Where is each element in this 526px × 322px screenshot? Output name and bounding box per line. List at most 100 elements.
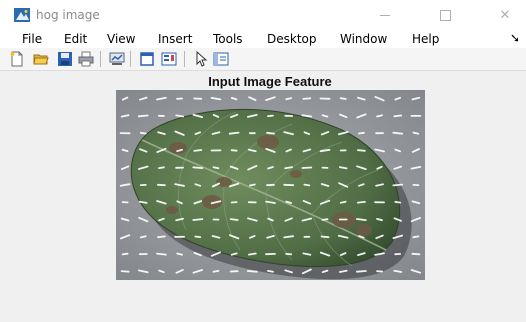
hog-cell-mark	[321, 218, 329, 221]
hog-cell-mark	[411, 252, 421, 256]
hog-cell-mark	[338, 166, 348, 170]
new-figure-button[interactable]	[8, 50, 26, 68]
hog-cell-mark	[248, 183, 256, 187]
matlab-figure-icon	[14, 8, 30, 22]
hog-cell-mark	[137, 114, 149, 118]
hog-cell-mark	[321, 114, 329, 118]
minimize-icon	[380, 14, 390, 16]
menu-insert[interactable]: Insert	[158, 32, 192, 46]
hog-cell-mark	[355, 270, 367, 273]
hog-cell-mark	[393, 269, 403, 273]
figure-canvas: Input Image Feature	[0, 71, 526, 322]
hog-cell-mark	[192, 218, 204, 221]
menu-bar: File Edit View Insert Tools Desktop Wind…	[0, 30, 526, 48]
hog-cell-mark	[246, 270, 258, 273]
hog-cell-mark	[247, 252, 257, 256]
menu-overflow-arrow-icon[interactable]: ➘	[510, 31, 520, 45]
edit-plot-icon	[196, 51, 208, 67]
show-plot-tools-button[interactable]	[212, 50, 230, 68]
new-figure-icon	[10, 51, 23, 67]
close-icon: ✕	[499, 7, 511, 22]
menu-help[interactable]: Help	[412, 32, 439, 46]
hog-cell-mark	[266, 131, 275, 135]
figure-toolbar	[0, 48, 526, 71]
hog-cell-mark	[283, 235, 295, 239]
hog-cell-mark	[394, 201, 402, 204]
hog-cell-mark	[285, 97, 293, 101]
hog-cell-mark	[139, 235, 147, 239]
hog-cell-mark	[120, 270, 130, 273]
hog-cell-mark	[376, 114, 383, 118]
hog-cell-mark	[412, 131, 420, 135]
image-axes[interactable]	[116, 90, 425, 280]
hog-cell-mark	[157, 235, 166, 239]
hog-cell-mark	[412, 235, 420, 239]
hog-cell-mark	[176, 148, 183, 152]
menu-desktop[interactable]: Desktop	[267, 32, 317, 46]
hog-cell-mark	[356, 201, 366, 204]
toolbar-separator	[184, 51, 185, 67]
hog-cell-mark	[376, 217, 383, 222]
hog-cell-mark	[229, 218, 239, 221]
hog-cell-mark	[267, 114, 274, 118]
open-file-button[interactable]	[32, 50, 50, 68]
title-bar: hog image ✕	[0, 0, 526, 30]
close-button[interactable]: ✕	[490, 4, 520, 26]
toolbar-separator	[100, 51, 101, 67]
plot-title: Input Image Feature	[208, 74, 332, 89]
hog-cell-mark	[230, 149, 238, 152]
hog-cell-mark	[393, 114, 403, 118]
hog-cell-mark	[338, 269, 348, 273]
hog-cell-mark	[339, 97, 347, 100]
hog-cell-mark	[392, 131, 404, 135]
maximize-icon	[439, 9, 451, 21]
hog-cell-mark	[121, 252, 129, 256]
hog-cell-mark	[138, 200, 148, 204]
hog-cell-mark	[212, 166, 220, 170]
hog-cell-mark	[392, 183, 404, 187]
hide-plot-tools-button[interactable]	[138, 50, 156, 68]
menu-edit[interactable]: Edit	[64, 32, 87, 46]
edit-plot-button[interactable]	[192, 50, 210, 68]
hog-cell-mark	[302, 97, 312, 100]
leaf-image-with-hog-overlay	[116, 90, 425, 280]
hog-cell-mark	[320, 235, 330, 239]
hog-cell-mark	[355, 218, 367, 222]
maximize-button[interactable]	[430, 4, 460, 26]
save-button[interactable]	[56, 50, 74, 68]
hog-cell-mark	[301, 114, 313, 118]
hog-cell-mark	[192, 166, 204, 169]
hog-cell-mark	[121, 148, 129, 152]
print-button[interactable]	[77, 50, 95, 68]
insert-colorbar-button[interactable]	[160, 50, 178, 68]
hog-cell-mark	[176, 252, 183, 256]
toolbar-separator	[130, 51, 131, 67]
hog-cell-mark	[212, 269, 220, 273]
open-file-icon	[33, 54, 49, 65]
hide-plot-tools-icon	[140, 52, 154, 66]
hog-cell-mark	[158, 166, 165, 169]
hog-cell-mark	[303, 183, 311, 187]
hog-cell-mark	[139, 131, 147, 135]
hog-cell-mark	[194, 235, 202, 239]
menu-window[interactable]: Window	[340, 32, 387, 46]
hog-cell-mark	[357, 131, 365, 135]
hog-cell-mark	[284, 166, 294, 170]
link-plot-button[interactable]	[108, 50, 126, 68]
hog-cell-mark	[156, 252, 167, 256]
figure-window: hog image ✕ File Edit View Insert Tools …	[0, 0, 526, 322]
minimize-button[interactable]	[370, 4, 400, 26]
hog-cell-mark	[175, 114, 184, 118]
hog-cell-mark	[193, 149, 203, 152]
menu-tools[interactable]: Tools	[213, 32, 243, 46]
link-plot-icon	[109, 52, 125, 65]
save-icon	[58, 52, 72, 66]
menu-view[interactable]: View	[107, 32, 135, 46]
hog-cell-mark	[228, 131, 240, 135]
insert-colorbar-icon	[161, 52, 177, 66]
hog-cell-mark	[301, 166, 313, 169]
hog-cell-mark	[339, 200, 347, 204]
window-title: hog image	[36, 8, 100, 22]
menu-file[interactable]: File	[22, 32, 42, 46]
hog-cell-mark	[356, 149, 366, 152]
